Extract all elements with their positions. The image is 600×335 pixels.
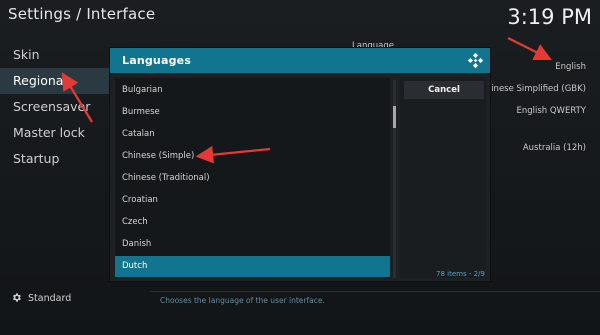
annotation-arrows: [61, 37, 552, 164]
arrow-to-english: [507, 37, 552, 60]
arrow-to-chinese-simple: [195, 145, 271, 164]
arrow-to-regional: [61, 72, 93, 123]
